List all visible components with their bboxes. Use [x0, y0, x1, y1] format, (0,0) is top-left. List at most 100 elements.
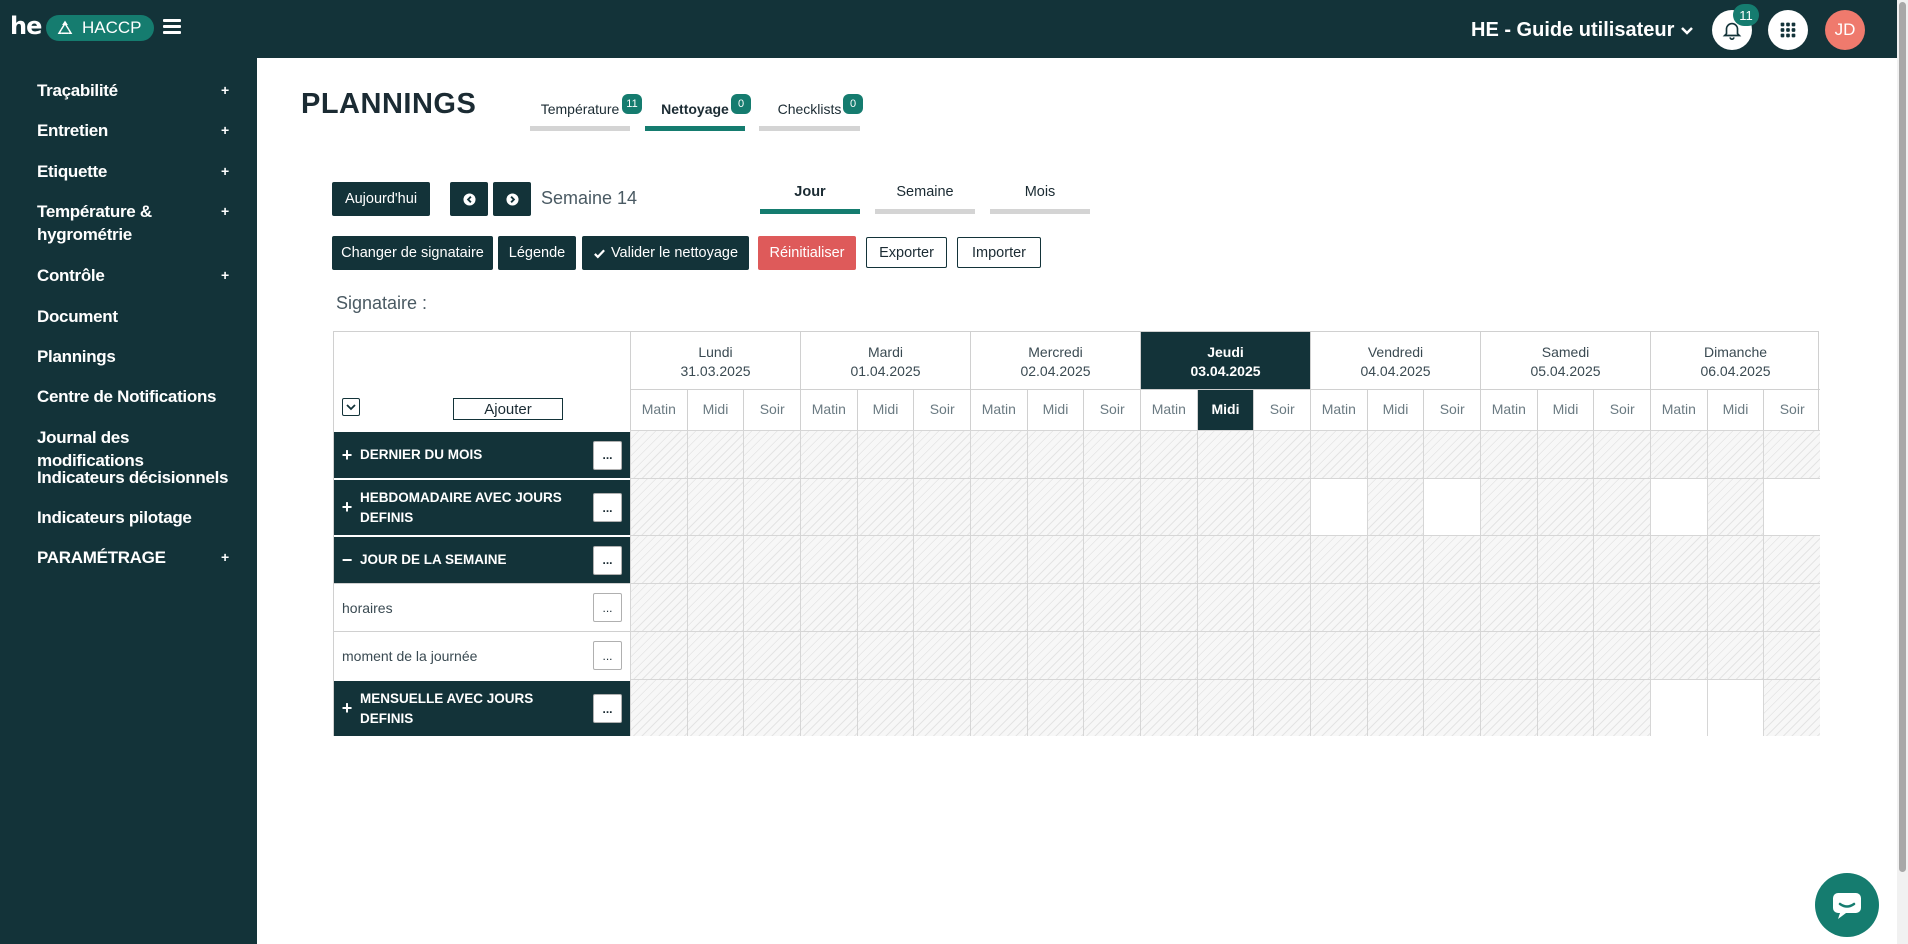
slot-header[interactable]: Soir — [1253, 389, 1310, 430]
schedule-cell[interactable] — [1366, 631, 1424, 679]
expand-icon[interactable]: + — [334, 698, 360, 719]
slot-header[interactable]: Midi — [686, 389, 744, 430]
tab-temperature[interactable]: Température — [530, 101, 630, 131]
slot-header[interactable]: Soir — [913, 389, 970, 430]
schedule-cell[interactable] — [1083, 478, 1140, 535]
schedule-cell[interactable] — [1593, 583, 1650, 631]
schedule-cell[interactable] — [1536, 631, 1594, 679]
schedule-cell[interactable] — [1763, 631, 1820, 679]
schedule-cell[interactable] — [913, 631, 970, 679]
schedule-cell[interactable] — [1026, 679, 1084, 736]
slot-header[interactable]: Midi — [1366, 389, 1424, 430]
schedule-cell[interactable] — [743, 583, 800, 631]
schedule-cell[interactable] — [1253, 583, 1310, 631]
schedule-cell[interactable] — [743, 478, 800, 535]
row-options-button[interactable]: ... — [593, 694, 622, 723]
schedule-cell[interactable] — [1083, 430, 1140, 478]
schedule-cell[interactable] — [743, 430, 800, 478]
menu-toggle-icon[interactable] — [163, 19, 181, 35]
schedule-cell[interactable] — [1763, 679, 1820, 736]
sidebar-item-tracabilite[interactable]: Traçabilité — [37, 79, 237, 102]
schedule-cell[interactable] — [913, 679, 970, 736]
collapse-icon[interactable]: − — [334, 550, 360, 571]
schedule-cell[interactable] — [1650, 430, 1707, 478]
slot-header[interactable]: Matin — [1480, 389, 1537, 430]
row-options-button[interactable]: ... — [593, 593, 622, 622]
task-group-row[interactable]: − JOUR DE LA SEMAINE... — [334, 535, 630, 583]
schedule-cell[interactable] — [1536, 430, 1594, 478]
schedule-cell[interactable] — [1366, 583, 1424, 631]
schedule-cell[interactable] — [1140, 478, 1197, 535]
schedule-cell[interactable] — [1366, 535, 1424, 583]
schedule-cell[interactable] — [856, 535, 914, 583]
schedule-cell[interactable] — [1253, 478, 1310, 535]
schedule-cell[interactable] — [1763, 535, 1820, 583]
schedule-cell[interactable] — [1196, 679, 1254, 736]
slot-header[interactable]: Midi — [1196, 389, 1254, 430]
schedule-cell[interactable] — [1593, 679, 1650, 736]
schedule-cell[interactable] — [1083, 583, 1140, 631]
slot-header[interactable]: Matin — [970, 389, 1027, 430]
schedule-cell[interactable] — [1253, 535, 1310, 583]
slot-header[interactable]: Soir — [743, 389, 800, 430]
slot-header[interactable]: Matin — [630, 389, 687, 430]
expand-icon[interactable]: + — [221, 122, 229, 138]
schedule-cell[interactable] — [913, 478, 970, 535]
apps-grid-button[interactable] — [1768, 10, 1808, 50]
schedule-cell[interactable] — [1026, 478, 1084, 535]
schedule-cell[interactable] — [1763, 478, 1820, 535]
schedule-cell[interactable] — [1650, 478, 1707, 535]
site-selector[interactable]: HE - Guide utilisateur — [1471, 19, 1694, 42]
slot-header[interactable]: Matin — [800, 389, 857, 430]
import-button[interactable]: Importer — [957, 237, 1041, 268]
schedule-cell[interactable] — [800, 583, 857, 631]
validate-cleaning-button[interactable]: Valider le nettoyage — [582, 236, 749, 270]
schedule-cell[interactable] — [1196, 535, 1254, 583]
schedule-cell[interactable] — [1310, 631, 1367, 679]
schedule-cell[interactable] — [1026, 631, 1084, 679]
expand-icon[interactable]: + — [221, 267, 229, 283]
collapse-all-icon[interactable] — [342, 398, 360, 416]
schedule-cell[interactable] — [1423, 478, 1480, 535]
schedule-cell[interactable] — [1253, 679, 1310, 736]
slot-header[interactable]: Matin — [1650, 389, 1707, 430]
scrollbar-thumb[interactable] — [1899, 2, 1906, 872]
task-row[interactable]: moment de la journée... — [334, 631, 630, 679]
schedule-cell[interactable] — [1140, 631, 1197, 679]
schedule-cell[interactable] — [743, 535, 800, 583]
schedule-cell[interactable] — [1423, 583, 1480, 631]
schedule-cell[interactable] — [913, 583, 970, 631]
row-options-button[interactable]: ... — [593, 545, 622, 575]
schedule-cell[interactable] — [1140, 430, 1197, 478]
change-signatory-button[interactable]: Changer de signataire — [332, 236, 493, 270]
schedule-cell[interactable] — [686, 535, 744, 583]
schedule-cell[interactable] — [970, 478, 1027, 535]
schedule-cell[interactable] — [1650, 631, 1707, 679]
schedule-cell[interactable] — [1026, 583, 1084, 631]
sidebar-item-document[interactable]: Document — [37, 305, 237, 328]
tab-nettoyage[interactable]: Nettoyage — [645, 101, 745, 131]
row-options-button[interactable]: ... — [593, 641, 622, 670]
schedule-cell[interactable] — [686, 631, 744, 679]
schedule-cell[interactable] — [1196, 631, 1254, 679]
sidebar-item-temperature[interactable]: Température & hygrométrie — [37, 200, 207, 246]
expand-icon[interactable]: + — [221, 163, 229, 179]
schedule-cell[interactable] — [1536, 478, 1594, 535]
schedule-cell[interactable] — [686, 430, 744, 478]
schedule-cell[interactable] — [1140, 583, 1197, 631]
schedule-cell[interactable] — [856, 679, 914, 736]
task-group-row[interactable]: + DERNIER DU MOIS... — [334, 430, 630, 478]
schedule-cell[interactable] — [630, 631, 687, 679]
schedule-cell[interactable] — [1593, 535, 1650, 583]
schedule-cell[interactable] — [1083, 631, 1140, 679]
view-tab-mois[interactable]: Mois — [990, 184, 1090, 214]
schedule-cell[interactable] — [743, 631, 800, 679]
sidebar-item-entretien[interactable]: Entretien — [37, 119, 237, 142]
task-group-row[interactable]: + HEBDOMADAIRE AVEC JOURS DEFINIS... — [334, 478, 630, 535]
schedule-cell[interactable] — [1026, 430, 1084, 478]
slot-header[interactable]: Midi — [1536, 389, 1594, 430]
export-button[interactable]: Exporter — [866, 237, 947, 268]
schedule-cell[interactable] — [856, 631, 914, 679]
schedule-cell[interactable] — [913, 430, 970, 478]
schedule-cell[interactable] — [1480, 583, 1537, 631]
